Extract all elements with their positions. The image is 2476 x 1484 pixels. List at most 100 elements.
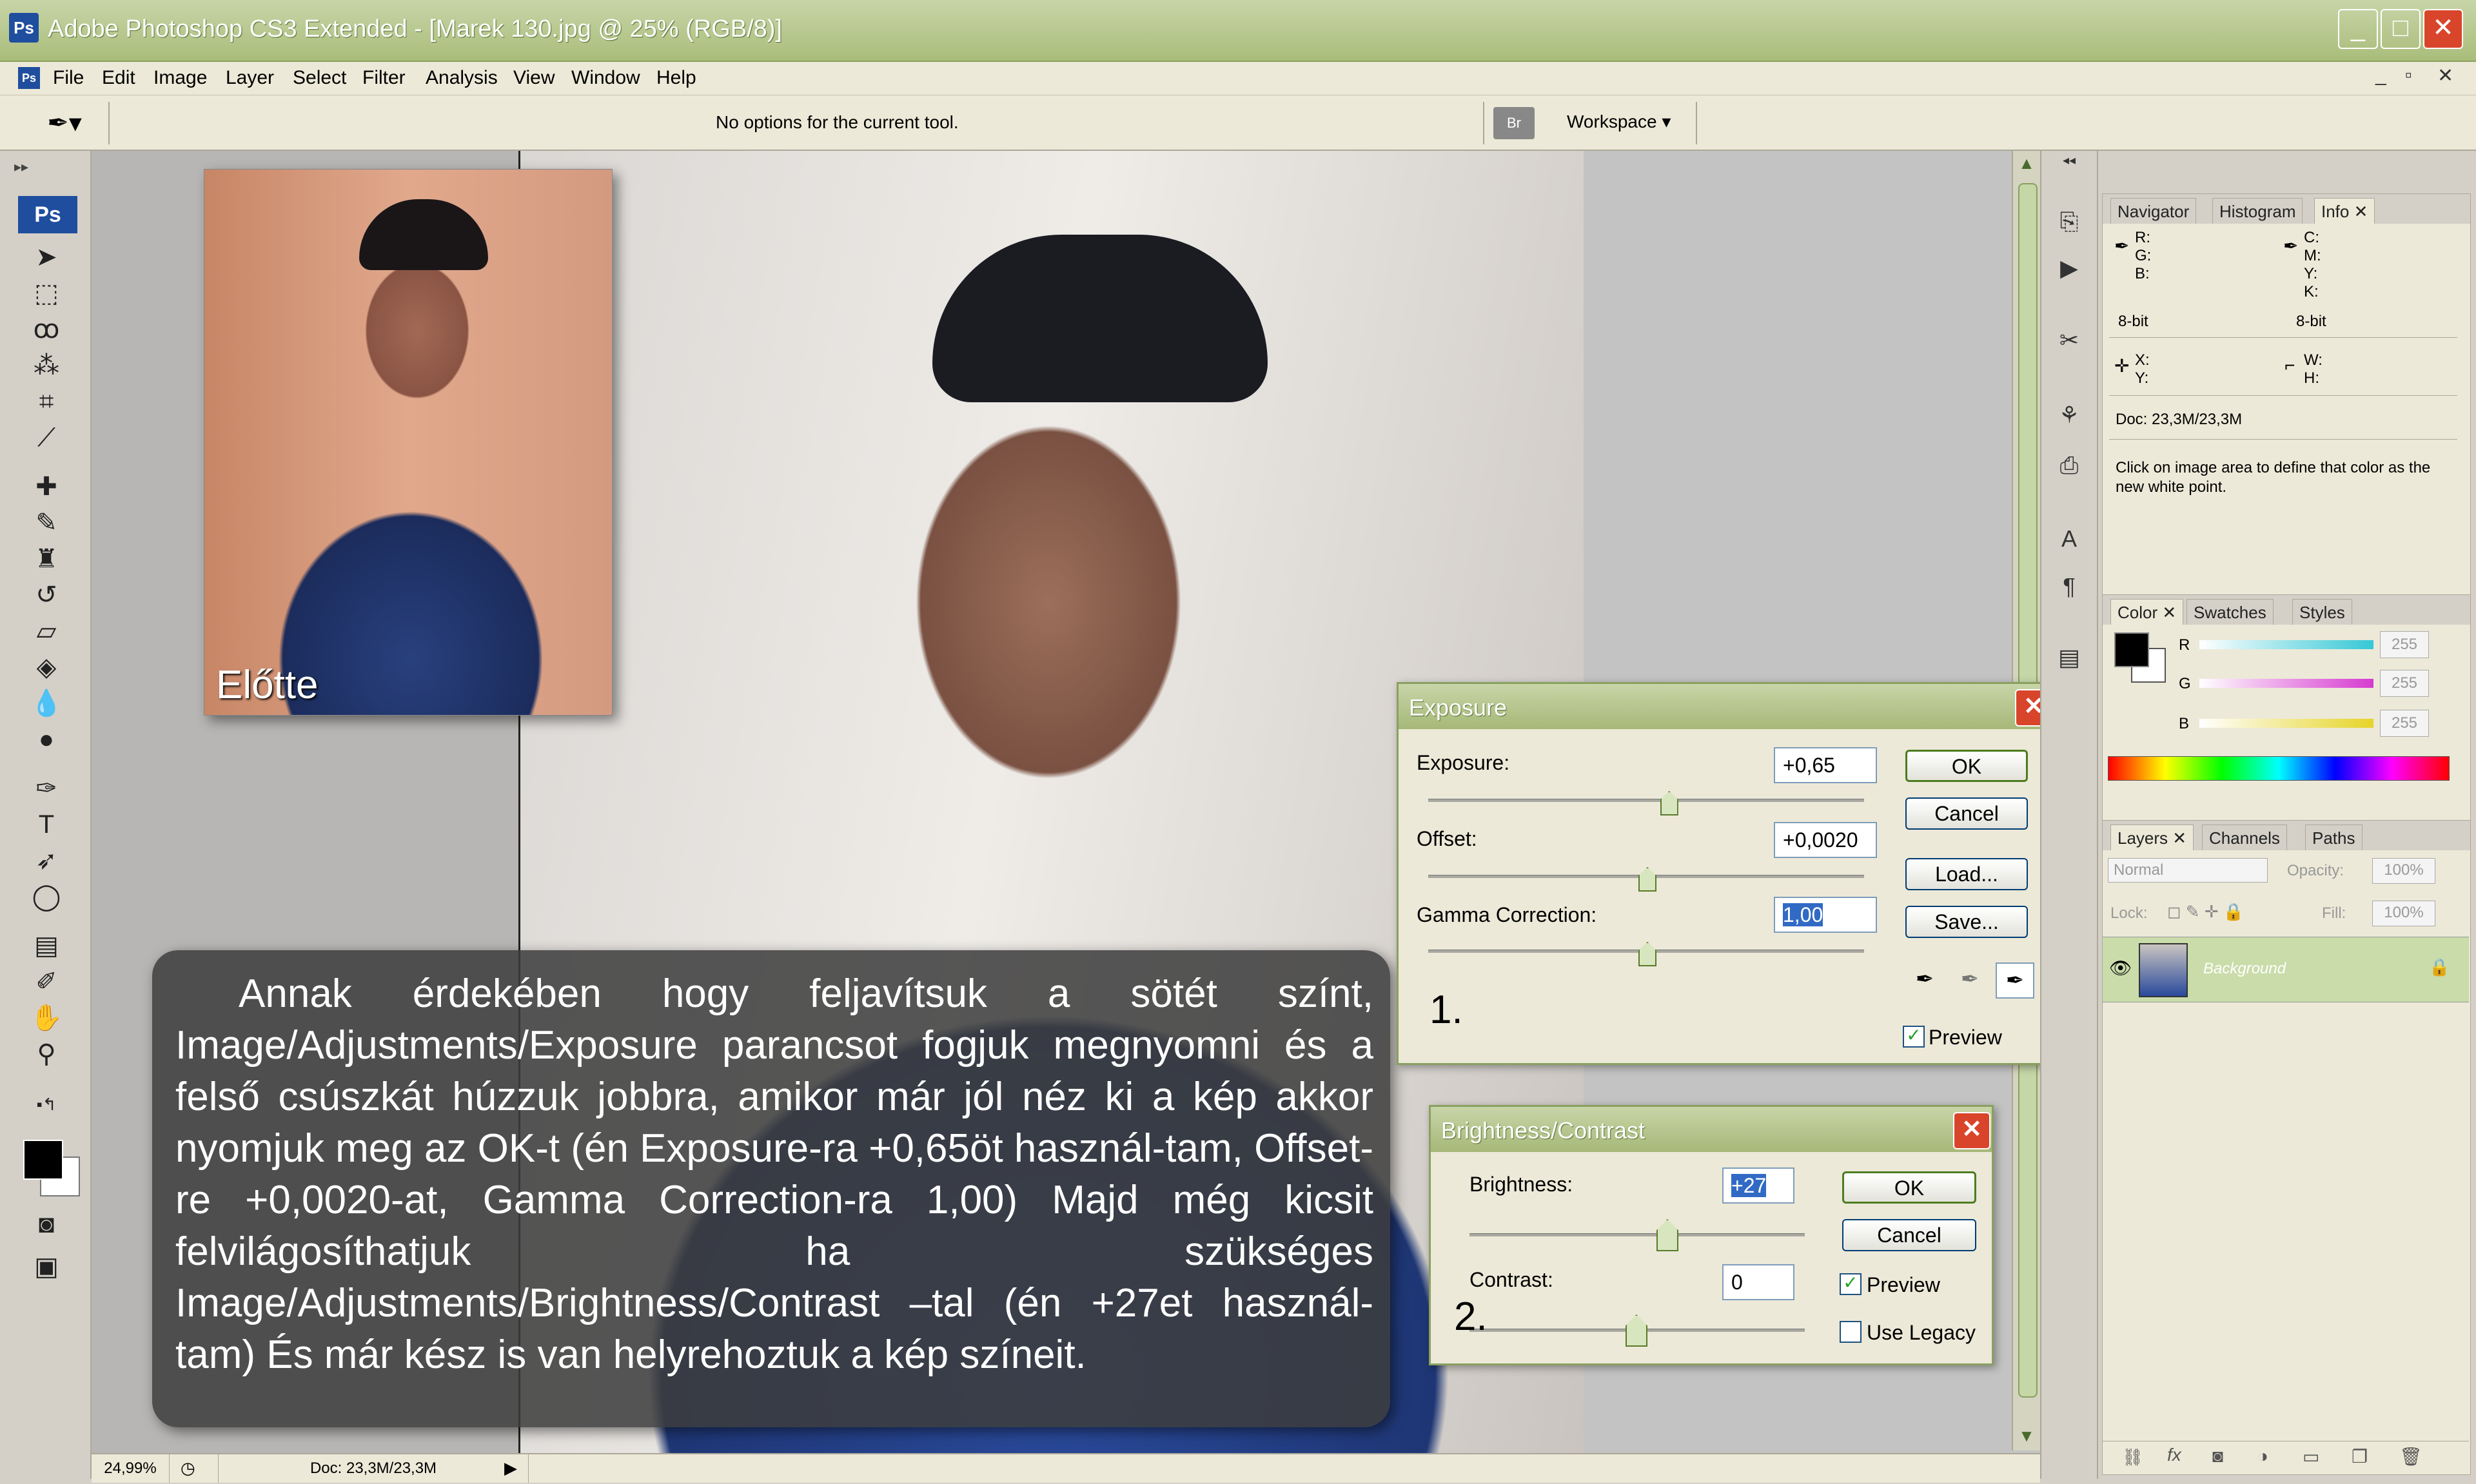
- exposure-field[interactable]: +0,65: [1774, 747, 1877, 783]
- eyedropper-icon[interactable]: ✒▾: [32, 104, 97, 142]
- crop-icon[interactable]: ⌗: [26, 386, 67, 418]
- bc-cancel-button[interactable]: Cancel: [1842, 1219, 1976, 1251]
- close-button[interactable]: ✕: [2423, 9, 2463, 49]
- menu-help[interactable]: Help: [656, 67, 696, 89]
- exposure-slider-knob[interactable]: [1660, 791, 1678, 815]
- trash-icon[interactable]: 🗑: [2399, 1446, 2422, 1467]
- adjustment-icon[interactable]: ◑: [2257, 1446, 2268, 1467]
- scroll-up-icon[interactable]: ▲: [2016, 153, 2038, 174]
- notes-icon[interactable]: ▤: [26, 930, 67, 962]
- fx-icon[interactable]: fx: [2167, 1445, 2181, 1465]
- minimize-button[interactable]: _: [2338, 9, 2378, 49]
- healing-icon[interactable]: ✚: [26, 471, 67, 503]
- eraser-icon[interactable]: ▱: [26, 615, 67, 647]
- status-options-icon[interactable]: ◷: [181, 1458, 195, 1478]
- lasso-icon[interactable]: ꝏ: [26, 313, 67, 346]
- slice-icon[interactable]: ⟋: [26, 422, 67, 454]
- exposure-save-button[interactable]: Save...: [1905, 906, 2028, 938]
- offset-slider-knob[interactable]: [1638, 867, 1656, 892]
- channel-r-slider[interactable]: [2199, 640, 2373, 649]
- blend-mode-select[interactable]: Normal: [2108, 858, 2268, 883]
- tab-channels[interactable]: Channels: [2202, 825, 2287, 850]
- bc-close-button[interactable]: ✕: [1953, 1112, 1990, 1149]
- document-icon[interactable]: Ps: [18, 67, 40, 89]
- mask-icon[interactable]: ◙: [2212, 1446, 2223, 1467]
- dodge-icon[interactable]: ●: [26, 723, 67, 756]
- exposure-preview-checkbox[interactable]: ✓: [1903, 1026, 1925, 1048]
- menu-view[interactable]: View: [513, 67, 555, 89]
- collapse-icon[interactable]: ▸▸: [14, 159, 28, 175]
- move-icon[interactable]: ➤: [26, 241, 67, 273]
- bc-ok-button[interactable]: OK: [1842, 1171, 1976, 1204]
- tab-paths[interactable]: Paths: [2305, 825, 2363, 850]
- exposure-load-button[interactable]: Load...: [1905, 858, 2028, 890]
- channel-g-value[interactable]: 255: [2380, 670, 2429, 697]
- exposure-ok-button[interactable]: OK: [1905, 750, 2028, 782]
- clone-stamp-icon[interactable]: ♜: [26, 543, 67, 575]
- scroll-down-icon[interactable]: ▼: [2016, 1426, 2038, 1447]
- swap-colors-icon[interactable]: ▪↰: [26, 1088, 67, 1120]
- tab-navigator[interactable]: Navigator: [2110, 198, 2197, 224]
- clone-source-icon[interactable]: ⎙: [2050, 449, 2088, 482]
- actions-panel-icon[interactable]: ▶: [2050, 251, 2088, 285]
- bc-dialog-titlebar[interactable]: Brightness/Contrast: [1431, 1107, 1992, 1152]
- menu-analysis[interactable]: Analysis: [426, 67, 498, 89]
- exposure-cancel-button[interactable]: Cancel: [1905, 797, 2028, 830]
- white-point-eyedropper-icon[interactable]: ✒: [1996, 962, 2034, 999]
- layer-comps-icon[interactable]: ▤: [2050, 641, 2088, 674]
- brightness-field[interactable]: +27: [1722, 1167, 1794, 1204]
- channel-r-value[interactable]: 255: [2380, 631, 2429, 658]
- contrast-field[interactable]: 0: [1722, 1264, 1794, 1300]
- fill-field[interactable]: 100%: [2372, 901, 2435, 926]
- brightness-slider-knob[interactable]: [1656, 1219, 1678, 1251]
- zoom-icon[interactable]: ⚲: [26, 1038, 67, 1070]
- maximize-button[interactable]: □: [2381, 9, 2421, 49]
- menu-select[interactable]: Select: [293, 67, 346, 89]
- tab-color[interactable]: Color ✕: [2110, 599, 2184, 625]
- gamma-field[interactable]: 1,00: [1774, 897, 1877, 933]
- black-point-eyedropper-icon[interactable]: ✒: [1907, 962, 1943, 996]
- bridge-icon[interactable]: Br: [1493, 107, 1535, 139]
- quick-mask-icon[interactable]: ◙: [26, 1208, 67, 1240]
- marquee-icon[interactable]: ⬚: [26, 277, 67, 309]
- tab-info[interactable]: Info ✕: [2314, 198, 2375, 224]
- workspace-menu[interactable]: Workspace ▾: [1567, 111, 1671, 132]
- magic-wand-icon[interactable]: ⁂: [26, 349, 67, 382]
- pen-icon[interactable]: ✑: [26, 772, 67, 805]
- offset-field[interactable]: +0,0020: [1774, 822, 1877, 858]
- bc-preview-checkbox[interactable]: ✓: [1840, 1273, 1862, 1295]
- strip-collapse-icon[interactable]: ◂◂: [2050, 151, 2088, 170]
- exposure-slider-track[interactable]: [1428, 799, 1864, 802]
- photoshop-app-icon[interactable]: Ps: [9, 13, 39, 43]
- exposure-dialog-titlebar[interactable]: Exposure: [1399, 684, 2056, 729]
- color-fg-swatch[interactable]: [2114, 632, 2149, 667]
- link-icon[interactable]: ⛓: [2122, 1447, 2143, 1467]
- channel-g-slider[interactable]: [2199, 679, 2373, 688]
- doc-restore-button[interactable]: ▫: [2405, 64, 2412, 86]
- brush-icon[interactable]: ✎: [26, 507, 67, 539]
- paragraph-panel-icon[interactable]: ¶: [2050, 570, 2088, 603]
- visibility-eye-icon[interactable]: 👁: [2109, 957, 2132, 979]
- tab-styles[interactable]: Styles: [2292, 599, 2352, 625]
- layer-name[interactable]: Background: [2203, 960, 2286, 978]
- ps-logo[interactable]: Ps: [18, 196, 77, 233]
- channel-b-value[interactable]: 255: [2380, 710, 2429, 737]
- menu-file[interactable]: File: [53, 67, 84, 89]
- status-menu-arrow-icon[interactable]: ▶: [504, 1458, 517, 1478]
- screen-mode-icon[interactable]: ▣: [26, 1251, 67, 1283]
- eyedropper-tool-icon[interactable]: ✐: [26, 966, 67, 998]
- menu-layer[interactable]: Layer: [226, 67, 274, 89]
- color-spectrum-ramp[interactable]: [2108, 756, 2450, 781]
- menu-edit[interactable]: Edit: [102, 67, 135, 89]
- gamma-slider-knob[interactable]: [1638, 942, 1656, 966]
- character-panel-icon[interactable]: A: [2050, 522, 2088, 556]
- path-select-icon[interactable]: ➶: [26, 845, 67, 877]
- hand-icon[interactable]: ✋: [26, 1002, 67, 1034]
- new-layer-icon[interactable]: ❐: [2352, 1446, 2368, 1467]
- zoom-level[interactable]: 24,99%: [92, 1454, 170, 1483]
- doc-minimize-button[interactable]: _: [2375, 64, 2386, 86]
- tab-layers[interactable]: Layers ✕: [2110, 825, 2194, 850]
- menu-window[interactable]: Window: [571, 67, 640, 89]
- menu-image[interactable]: Image: [153, 67, 207, 89]
- channel-b-slider[interactable]: [2199, 719, 2373, 728]
